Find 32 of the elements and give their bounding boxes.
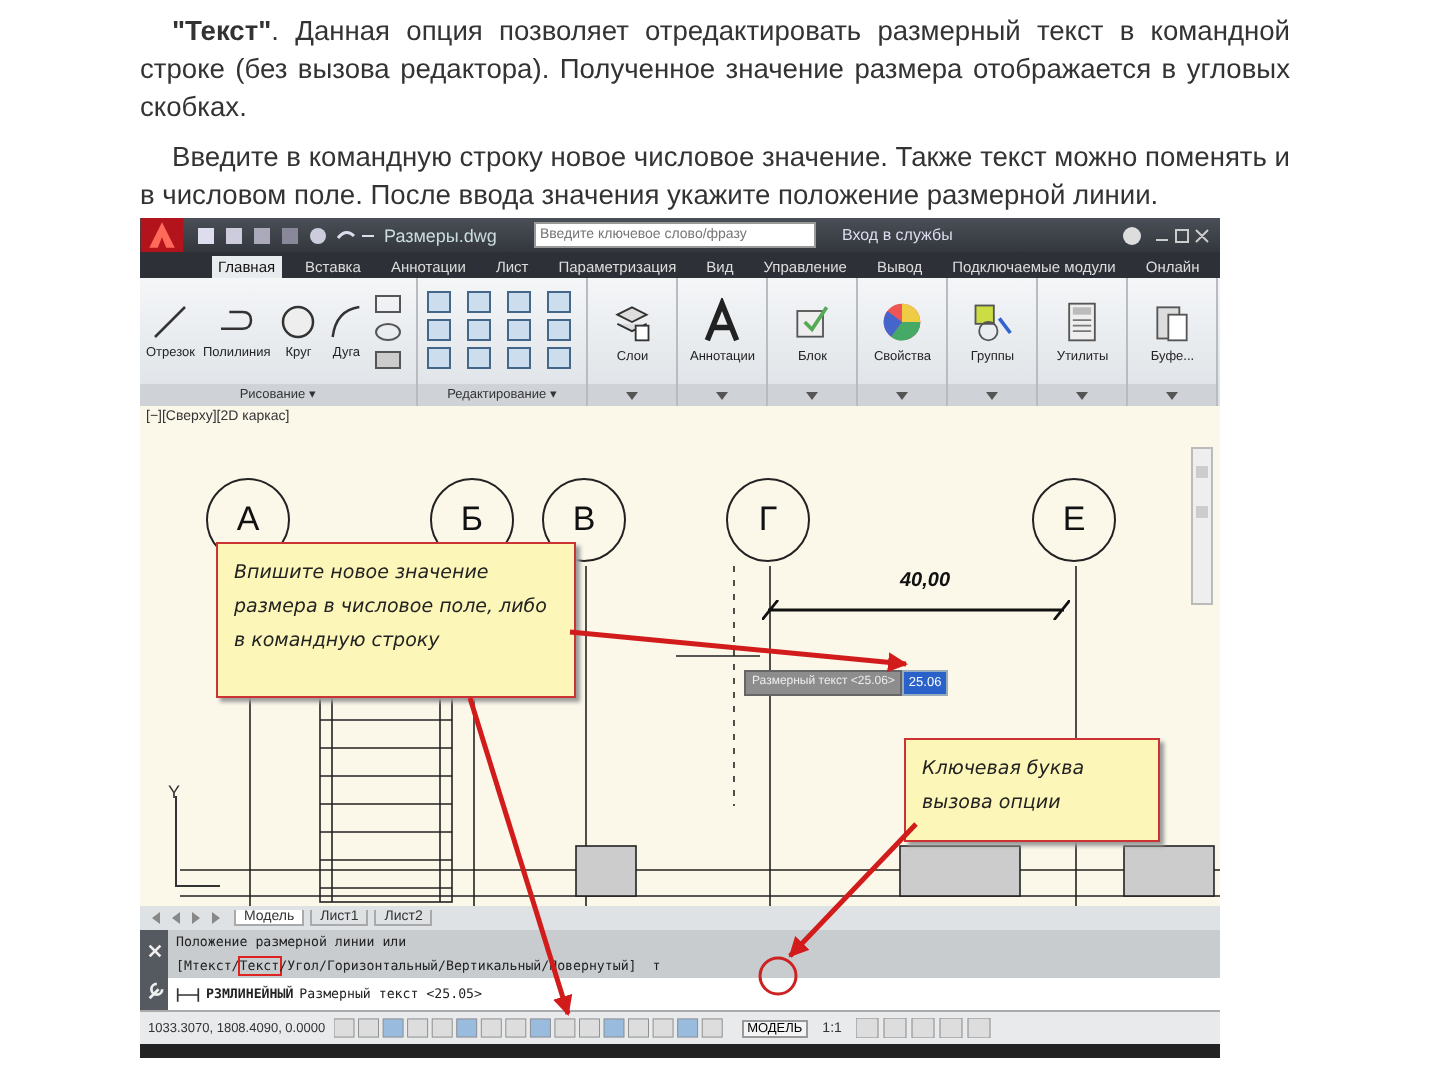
grid-bubble: Е <box>1032 478 1116 562</box>
text-icon <box>700 298 745 346</box>
article-paragraph: Введите в командную строку новое числовое значение. Также текст можно поменять и в числовом поле. После ввода значения укажите положение размерной линии. <box>140 140 1290 214</box>
dimension-icon <box>176 985 200 1003</box>
sign-in-link[interactable]: Вход в службы <box>842 226 953 244</box>
file-name: Размеры.dwg <box>384 225 499 245</box>
help-icon[interactable] <box>1122 225 1142 245</box>
grid-bubble: Г <box>726 478 810 562</box>
callout-note: Ключевая буква вызова опции <box>904 738 1160 842</box>
highlight-circle <box>758 956 798 996</box>
pointer-arrow <box>788 822 918 958</box>
caret-icon[interactable] <box>986 391 999 399</box>
callout-note: Впишите новое значение размера в числовое поле, либо в командную строку <box>216 542 576 698</box>
app-menu-icon[interactable] <box>140 218 184 252</box>
ucs-axis-label: Y <box>168 782 181 802</box>
wrench-icon[interactable] <box>145 981 163 999</box>
quick-access-toolbar-drawing[interactable] <box>194 225 374 245</box>
line-icon <box>150 302 191 342</box>
caret-icon[interactable] <box>1076 391 1089 399</box>
ucs-icon <box>175 795 221 887</box>
caret-icon[interactable] <box>1166 391 1179 399</box>
grid-bubble: В <box>542 478 626 562</box>
window-controls-drawing[interactable] <box>1152 225 1212 245</box>
close-icon[interactable] <box>145 941 163 959</box>
caret-icon[interactable] <box>896 391 909 399</box>
caret-icon[interactable] <box>716 391 729 399</box>
dimension-text: 40,00 <box>900 570 951 592</box>
caret-icon[interactable] <box>626 391 639 399</box>
caret-icon[interactable] <box>806 391 819 399</box>
article-paragraph: "Текст". Данная опция позволяет отредактировать размерный текст в командной строке (без вызова редактора). Полученное значение размера отображается в угловых скобках. <box>140 14 1290 126</box>
circle-icon <box>278 302 319 342</box>
palette-icon <box>880 298 925 346</box>
